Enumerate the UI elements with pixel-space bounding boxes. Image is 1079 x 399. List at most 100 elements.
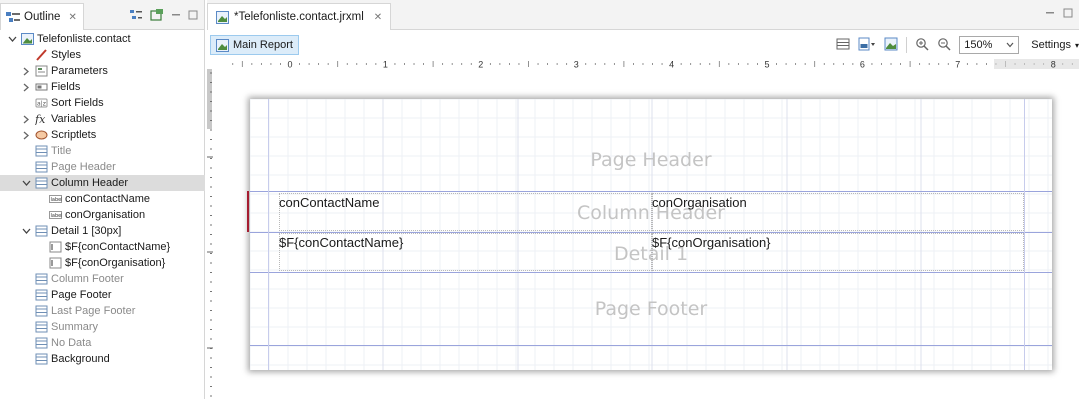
tree-item-label: Parameters bbox=[51, 65, 108, 77]
col-header-organisation[interactable]: conOrganisation bbox=[652, 195, 747, 210]
band-icon bbox=[35, 225, 48, 237]
maximize-icon[interactable] bbox=[188, 10, 198, 23]
ruler-number: 1 bbox=[383, 60, 388, 70]
detail-organisation-field[interactable]: $F{conOrganisation} bbox=[652, 235, 771, 250]
tree-item[interactable]: No Data bbox=[0, 335, 205, 351]
detail-contact-name-field[interactable]: $F{conContactName} bbox=[279, 235, 403, 250]
tree-item-label: Column Header bbox=[51, 177, 129, 189]
page-header-band-label: Page Header bbox=[590, 149, 712, 171]
tree-item-label: $F{conContactName} bbox=[65, 241, 171, 253]
band-icon bbox=[35, 177, 48, 189]
band-icon bbox=[35, 273, 48, 285]
tree-item-label: Last Page Footer bbox=[51, 305, 136, 317]
col-header-contact-name[interactable]: conContactName bbox=[279, 195, 379, 210]
tree-item[interactable]: $F{conOrganisation} bbox=[0, 255, 205, 271]
editor-tab[interactable]: *Telefonliste.contact.jrxml ✕ bbox=[207, 3, 392, 30]
tree-item[interactable]: Fields bbox=[0, 79, 205, 95]
tree-item-label: Page Footer bbox=[51, 289, 112, 301]
tree-item[interactable]: label conContactName bbox=[0, 191, 205, 207]
editor-tabbar: *Telefonliste.contact.jrxml ✕ bbox=[207, 0, 1079, 30]
svg-text:label: label bbox=[51, 197, 63, 203]
bands-icon[interactable] bbox=[836, 37, 850, 54]
outline-panel: Outline ✕ Telefonliste.contact Styles Para… bbox=[0, 0, 205, 399]
outline-tabbar: Outline ✕ bbox=[0, 0, 204, 30]
tree-item-label: conContactName bbox=[65, 193, 150, 205]
tree-item-label: Fields bbox=[51, 81, 81, 93]
textfield-icon bbox=[49, 257, 62, 269]
margin-guide bbox=[1024, 99, 1025, 370]
band-icon bbox=[35, 289, 48, 301]
tree-item-label: Page Header bbox=[51, 161, 116, 173]
svg-text:a|z: a|z bbox=[37, 101, 46, 108]
tree-item-label: No Data bbox=[51, 337, 92, 349]
tree-item[interactable]: Column Footer bbox=[0, 271, 205, 287]
outline-tab-label: Outline bbox=[24, 11, 61, 23]
horizontal-ruler: 0 1 2 3 4 5 6 7 8 bbox=[227, 59, 1079, 69]
tree-item[interactable]: a|z Sort Fields bbox=[0, 95, 205, 111]
tree-item[interactable]: Page Header bbox=[0, 159, 205, 175]
tree-item[interactable]: Column Header bbox=[0, 175, 205, 191]
zoom-out-icon[interactable] bbox=[937, 37, 951, 54]
tree-item[interactable]: fx Variables bbox=[0, 111, 205, 127]
tree-item-label: Column Footer bbox=[51, 273, 124, 285]
label-icon: label bbox=[49, 195, 63, 203]
band-separator bbox=[250, 345, 1052, 346]
report-icon bbox=[216, 38, 229, 52]
close-icon[interactable]: ✕ bbox=[374, 12, 382, 23]
sort-fields-icon: a|z bbox=[35, 98, 48, 108]
main-report-button[interactable]: Main Report bbox=[210, 35, 299, 55]
tree-item[interactable]: Parameters bbox=[0, 63, 205, 79]
tree-item-label: Sort Fields bbox=[51, 97, 104, 109]
report-editor: *Telefonliste.contact.jrxml ✕ Main Repor… bbox=[207, 0, 1079, 399]
margin-guide bbox=[268, 99, 269, 370]
tree-toggle-icon[interactable] bbox=[129, 9, 143, 24]
maximize-icon[interactable] bbox=[1063, 8, 1073, 21]
tree-item[interactable]: Telefonliste.contact bbox=[0, 31, 205, 47]
tree-item[interactable]: Summary bbox=[0, 319, 205, 335]
ruler-number: 8 bbox=[1051, 60, 1056, 70]
minimize-icon[interactable] bbox=[1045, 8, 1055, 21]
view-menu-icon[interactable] bbox=[150, 9, 164, 24]
zoom-in-icon[interactable] bbox=[915, 37, 929, 54]
close-icon[interactable]: ✕ bbox=[68, 12, 76, 23]
chevron-down-icon[interactable]: ▾ bbox=[1075, 41, 1079, 50]
vertical-ruler bbox=[207, 69, 221, 399]
tree-item[interactable]: Page Footer bbox=[0, 287, 205, 303]
editor-tab-label: *Telefonliste.contact.jrxml bbox=[234, 11, 364, 23]
tree-item-label: Summary bbox=[51, 321, 99, 333]
tree-item-label: conOrganisation bbox=[65, 209, 146, 221]
band-icon bbox=[35, 145, 48, 157]
tree-item[interactable]: Last Page Footer bbox=[0, 303, 205, 319]
outline-tab[interactable]: Outline ✕ bbox=[0, 3, 84, 30]
outline-icon bbox=[6, 12, 20, 22]
tree-item[interactable]: label conOrganisation bbox=[0, 207, 205, 223]
band-icon bbox=[35, 353, 48, 365]
tree-item-label: Variables bbox=[51, 113, 97, 125]
report-page: Page Header Column Header Detail 1 Page … bbox=[247, 99, 1052, 370]
report-icon bbox=[21, 33, 34, 45]
svg-text:fx: fx bbox=[35, 113, 46, 125]
settings-button[interactable]: Settings bbox=[1031, 39, 1071, 51]
tree-item[interactable]: Styles bbox=[0, 47, 205, 63]
minimize-icon[interactable] bbox=[171, 10, 181, 23]
band-icon bbox=[35, 321, 48, 333]
ruler-number: 7 bbox=[955, 60, 960, 70]
zoom-select[interactable]: 150% bbox=[959, 36, 1020, 54]
tree-item-label: Styles bbox=[51, 49, 81, 61]
svg-text:label: label bbox=[51, 213, 63, 219]
preview-icon[interactable] bbox=[884, 37, 898, 54]
tree-item[interactable]: Detail 1 [30px] bbox=[0, 223, 205, 239]
jrxml-file-icon bbox=[216, 10, 229, 24]
ruler-number: 3 bbox=[574, 60, 579, 70]
tree-item[interactable]: $F{conContactName} bbox=[0, 239, 205, 255]
tree-item[interactable]: Scriptlets bbox=[0, 127, 205, 143]
band-icon bbox=[35, 161, 48, 173]
tree-item[interactable]: Title bbox=[0, 143, 205, 159]
tree-item[interactable]: Background bbox=[0, 351, 205, 367]
datasource-icon[interactable] bbox=[858, 37, 876, 54]
band-resize-marker[interactable] bbox=[247, 191, 249, 232]
parameters-icon bbox=[35, 65, 48, 77]
tree-item-label: Telefonliste.contact bbox=[37, 33, 131, 45]
scriptlets-icon bbox=[35, 130, 48, 140]
variables-icon: fx bbox=[35, 113, 46, 125]
